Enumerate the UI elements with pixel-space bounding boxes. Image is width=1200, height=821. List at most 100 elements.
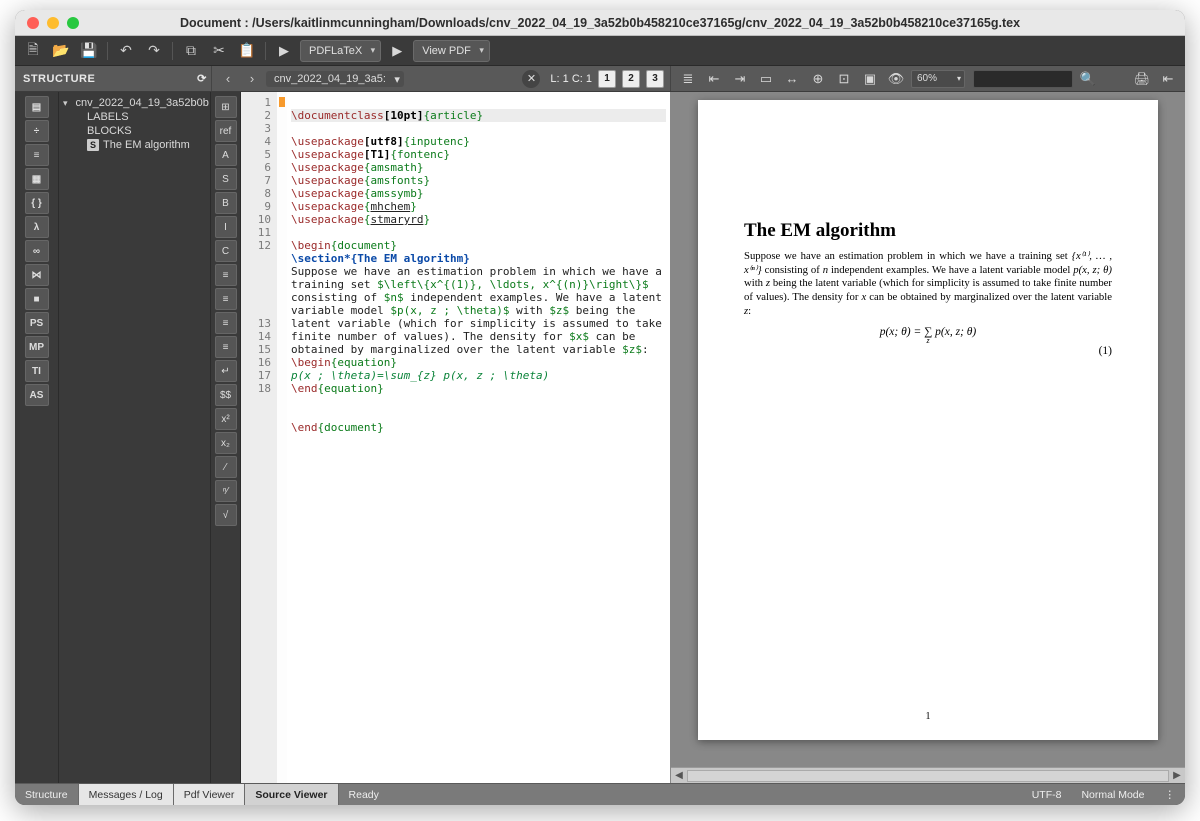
undo-button[interactable]: ↶ (114, 40, 138, 62)
editor-tool-button[interactable]: I (215, 216, 237, 238)
code-token: {equation} (331, 356, 397, 369)
editor-tool-button[interactable]: B (215, 192, 237, 214)
view-run-button[interactable]: ▶ (385, 40, 409, 62)
preview-zoomin-icon[interactable]: ⊕ (807, 69, 829, 89)
left-tool-button[interactable]: { } (25, 192, 49, 214)
close-window-button[interactable] (27, 17, 39, 29)
preview-prev-icon[interactable]: ⇤ (703, 69, 725, 89)
bookmark-icon[interactable] (279, 97, 285, 107)
preview-fitwidth-icon[interactable]: ↔ (781, 69, 803, 89)
structure-panel: ▾ cnv_2022_04_19_3a52b0b LABELS BLOCKS S… (59, 92, 211, 783)
editor-tool-button[interactable]: x² (215, 408, 237, 430)
editor-tool-button[interactable]: A (215, 144, 237, 166)
redo-button[interactable]: ↷ (142, 40, 166, 62)
left-tool-button[interactable]: ≡ (25, 144, 49, 166)
preview-collapse-icon[interactable]: ⇤ (1157, 69, 1179, 89)
preview-print-icon[interactable]: 🖨 (1131, 69, 1153, 89)
editor-tool-button[interactable]: ≡ (215, 336, 237, 358)
paste-button[interactable]: 📋 (235, 40, 259, 62)
preview-capture-icon[interactable]: ▣ (859, 69, 881, 89)
nav-forward-button[interactable]: › (242, 69, 262, 89)
package-link[interactable]: stmaryrd (370, 213, 423, 226)
compiler-select[interactable]: PDFLaTeX (300, 40, 381, 62)
code-area[interactable]: \documentclass[10pt]{article} \usepackag… (287, 92, 670, 783)
new-file-button[interactable]: 🗎 (21, 40, 45, 62)
code-token: {document} (318, 421, 384, 434)
quick-build-button[interactable]: ▶ (272, 40, 296, 62)
marks-column (277, 92, 287, 783)
editor-tool-button[interactable]: ↵ (215, 360, 237, 382)
left-tool-button[interactable]: λ (25, 216, 49, 238)
structure-blocks[interactable]: BLOCKS (61, 124, 208, 138)
editor-tool-button[interactable]: C (215, 240, 237, 262)
preview-zoomfit-icon[interactable]: ⊡ (833, 69, 855, 89)
save-button[interactable]: 💾 (77, 40, 101, 62)
page-mode-2[interactable]: 2 (622, 70, 640, 88)
gutter-line: 13 (241, 317, 271, 330)
copy-button[interactable]: ⧉ (179, 40, 203, 62)
left-tool-button[interactable]: ⋈ (25, 264, 49, 286)
editor-tool-button[interactable]: √ (215, 504, 237, 526)
disclosure-icon[interactable]: ▾ (63, 98, 68, 109)
scroll-left-icon[interactable]: ◀ (671, 770, 687, 781)
editor-tool-button[interactable]: $$ (215, 384, 237, 406)
close-tab-icon[interactable]: ▾ (394, 73, 400, 86)
left-tool-button[interactable]: ■ (25, 288, 49, 310)
code-token: {inputenc} (404, 135, 470, 148)
status-pdf-tab[interactable]: Pdf Viewer (174, 784, 246, 805)
editor-tool-button[interactable]: ⁿ⁄ (215, 480, 237, 502)
viewpdf-select[interactable]: View PDF (413, 40, 490, 62)
editor-tool-button[interactable]: S (215, 168, 237, 190)
preview-fit-icon[interactable]: ▭ (755, 69, 777, 89)
page-mode-1[interactable]: 1 (598, 70, 616, 88)
preview-layout-icon[interactable]: ≣ (677, 69, 699, 89)
left-tool-button[interactable]: ▤ (25, 96, 49, 118)
editor-tool-button[interactable]: ⁄ (215, 456, 237, 478)
left-tool-button[interactable]: TI (25, 360, 49, 382)
preview-scrollbar[interactable]: ◀ ▶ (671, 767, 1185, 783)
scroll-track[interactable] (687, 770, 1169, 782)
nav-back-button[interactable]: ‹ (218, 69, 238, 89)
zoom-select[interactable]: 60% (911, 70, 965, 88)
editor-tool-button[interactable]: ≡ (215, 264, 237, 286)
preview-eye-icon[interactable]: 👁 (885, 69, 907, 89)
editor-tool-button[interactable]: ≡ (215, 288, 237, 310)
cut-button[interactable]: ✂ (207, 40, 231, 62)
preview-search-icon[interactable]: 🔍 (1077, 69, 1099, 89)
status-messages-tab[interactable]: Messages / Log (79, 784, 174, 805)
package-link[interactable]: mhchem (370, 200, 410, 213)
file-tab[interactable]: cnv_2022_04_19_3a5: ▾ (266, 71, 404, 87)
left-tool-button[interactable]: ÷ (25, 120, 49, 142)
structure-section[interactable]: S The EM algorithm (61, 138, 208, 152)
code-editor[interactable]: 123456789101112131415161718 \documentcla… (241, 92, 671, 783)
status-menu-icon[interactable]: ⋮ (1155, 789, 1186, 801)
left-tool-button[interactable]: PS (25, 312, 49, 334)
left-tool-button[interactable]: MP (25, 336, 49, 358)
status-structure-tab[interactable]: Structure (15, 784, 79, 805)
clear-button[interactable]: ✕ (522, 70, 540, 88)
editor-tool-button[interactable]: ≡ (215, 312, 237, 334)
status-source-tab[interactable]: Source Viewer (245, 784, 338, 805)
open-folder-button[interactable]: 📂 (49, 40, 73, 62)
left-tool-button[interactable]: AS (25, 384, 49, 406)
structure-labels[interactable]: LABELS (61, 110, 208, 124)
editor-tool-button[interactable]: x₂ (215, 432, 237, 454)
preview-next-icon[interactable]: ⇥ (729, 69, 751, 89)
preview-area[interactable]: The EM algorithm Suppose we have an esti… (671, 92, 1185, 767)
minimize-window-button[interactable] (47, 17, 59, 29)
status-bar: Structure Messages / Log Pdf Viewer Sour… (15, 783, 1185, 805)
code-token: \begin (291, 356, 331, 369)
left-tool-button[interactable]: ∞ (25, 240, 49, 262)
labels-text: LABELS (87, 111, 129, 123)
structure-file-row[interactable]: ▾ cnv_2022_04_19_3a52b0b (61, 96, 208, 110)
scroll-right-icon[interactable]: ▶ (1169, 770, 1185, 781)
gutter-line: 12 (241, 239, 271, 252)
editor-tool-button[interactable]: ref (215, 120, 237, 142)
preview-search-input[interactable] (973, 70, 1073, 88)
zoom-window-button[interactable] (67, 17, 79, 29)
structure-sync-icon[interactable]: ⟳ (193, 72, 211, 85)
editor-toolbar: ‹ › cnv_2022_04_19_3a5: ▾ ✕ L: 1 C: 1 1 … (211, 66, 671, 91)
left-tool-button[interactable]: ▦ (25, 168, 49, 190)
editor-tool-button[interactable]: ⊞ (215, 96, 237, 118)
page-mode-3[interactable]: 3 (646, 70, 664, 88)
